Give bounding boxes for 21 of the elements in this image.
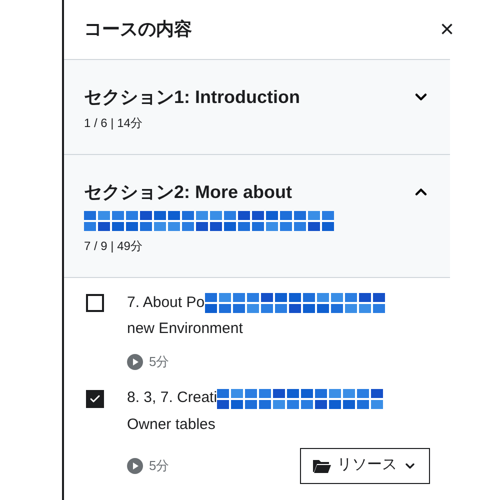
section-progress: 1 / 6 | 14分 <box>84 115 144 132</box>
panel-title: コースの内容 <box>84 18 192 41</box>
play-icon <box>127 354 143 370</box>
section-header[interactable]: セクション1: Introduction 1 / 6 | 14分 <box>64 60 450 155</box>
check-icon <box>89 392 101 404</box>
checkbox[interactable] <box>86 390 104 408</box>
lecture-title: 8. 3, 7. Creati <box>127 388 218 408</box>
lecture-duration: 5分 <box>149 353 170 371</box>
folder-icon <box>313 458 331 472</box>
close-button[interactable]: × <box>440 18 454 42</box>
section-title: セクション2: More about <box>84 181 294 204</box>
resources-button[interactable]: リソース <box>300 448 430 484</box>
lecture-title: new Environment <box>127 319 244 339</box>
play-icon <box>127 458 143 474</box>
lecture-title: Owner tables <box>127 414 216 434</box>
lecture-duration: 5分 <box>149 456 170 475</box>
lecture-title: 7. About Po <box>127 292 205 313</box>
section-progress: 7 / 9 | 49分 <box>84 238 144 255</box>
checkbox[interactable] <box>86 294 104 312</box>
section-title: セクション1: Introduction <box>84 86 300 109</box>
section-header[interactable]: セクション2: More about 7 / 9 | 49分 <box>64 155 450 278</box>
